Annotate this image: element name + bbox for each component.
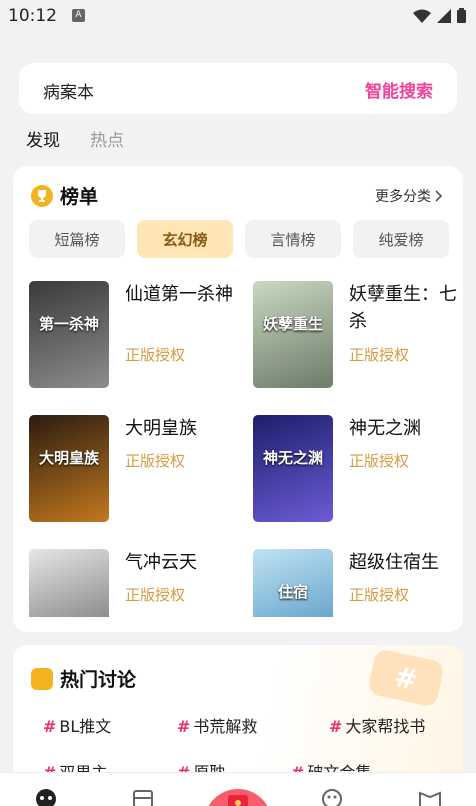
chip-fantasy[interactable]: 玄幻榜 (137, 220, 233, 258)
ranking-card: 榜单 更多分类 短篇榜 玄幻榜 言情榜 纯爱榜 第一杀神 仙道第一杀神 正版授权… (13, 166, 463, 632)
book-item[interactable]: 大明皇族 大明皇族 正版授权 (29, 415, 239, 525)
book-license-tag: 正版授权 (349, 452, 410, 470)
cover-lettering: 妖孽重生 (262, 315, 323, 333)
chip-romance[interactable]: 言情榜 (245, 220, 341, 258)
tab-hot[interactable]: 热点 (90, 126, 124, 151)
top-tabs: 发现 热点 (26, 126, 124, 151)
battery-icon (457, 8, 466, 23)
ranking-title: 榜单 (60, 186, 99, 208)
book-title: 神无之渊 (349, 418, 421, 439)
ranking-header: 榜单 (31, 182, 98, 209)
topic-label: 书荒解救 (193, 717, 258, 736)
book-license-tag: 正版授权 (125, 452, 186, 470)
cover-lettering: 住宿 (277, 583, 308, 601)
hot-topics-header: 热门讨论 (31, 665, 136, 692)
book-item[interactable]: 妖孽重生 妖孽重生：七杀 正版授权 (253, 281, 463, 391)
bookshelf-icon[interactable] (131, 787, 155, 806)
book-title: 大明皇族 (125, 418, 197, 439)
more-categories-label: 更多分类 (375, 189, 431, 205)
chat-bubble-icon (31, 667, 53, 690)
red-packet-button[interactable] (204, 789, 272, 806)
hashtag-decoration-icon: # (366, 648, 446, 708)
book-cover[interactable] (29, 549, 109, 617)
cover-lettering: 神无之渊 (262, 449, 323, 467)
smart-search-button[interactable]: 智能搜索 (365, 77, 433, 102)
book-cover[interactable]: 住宿 (253, 549, 333, 617)
book-item[interactable]: 神无之渊 神无之渊 正版授权 (253, 415, 463, 525)
cover-lettering: 第一杀神 (38, 315, 99, 333)
book-license-tag: 正版授权 (349, 346, 410, 364)
chip-short[interactable]: 短篇榜 (29, 220, 125, 258)
notification-icon: A (72, 9, 85, 22)
book-item[interactable]: 住宿 超级住宿生 正版授权 (253, 549, 463, 617)
book-cover[interactable]: 妖孽重生 (253, 281, 333, 388)
topic-label: 大家帮找书 (345, 717, 426, 736)
tab-discover[interactable]: 发现 (26, 126, 60, 151)
book-cover[interactable]: 神无之渊 (253, 415, 333, 522)
book-item[interactable]: 第一杀神 仙道第一杀神 正版授权 (29, 281, 239, 391)
book-license-tag: 正版授权 (125, 586, 186, 604)
topic-label: BL推文 (59, 717, 112, 736)
palette-icon[interactable] (320, 787, 344, 806)
home-icon[interactable] (34, 787, 58, 806)
topic-tag[interactable]: # 大家帮找书 (329, 713, 425, 737)
ranking-chips: 短篇榜 玄幻榜 言情榜 纯爱榜 (29, 220, 449, 258)
status-bar: 10:12 A (0, 0, 476, 34)
bottom-nav (0, 772, 476, 806)
hash-icon: # (329, 717, 343, 736)
more-categories-link[interactable]: 更多分类 (375, 186, 443, 206)
book-cover[interactable]: 大明皇族 (29, 415, 109, 522)
book-title: 妖孽重生：七杀 (349, 284, 457, 332)
red-packet-icon (228, 795, 248, 806)
book-title: 超级住宿生 (349, 552, 439, 573)
topic-tag[interactable]: # 书荒解救 (177, 713, 257, 737)
book-license-tag: 正版授权 (125, 346, 186, 364)
search-input[interactable]: 病案本 (43, 78, 94, 103)
chevron-right-icon (435, 190, 443, 202)
status-icons (413, 8, 466, 23)
wifi-icon (413, 9, 431, 23)
search-bar[interactable]: 病案本 智能搜索 (19, 63, 457, 114)
hash-icon: # (43, 717, 57, 736)
cover-lettering: 大明皇族 (38, 449, 99, 467)
trophy-icon (31, 184, 53, 207)
chip-bl[interactable]: 纯爱榜 (353, 220, 449, 258)
book-title: 气冲云天 (125, 552, 197, 573)
status-time: 10:12 (8, 6, 57, 26)
topic-tag[interactable]: # BL推文 (43, 713, 111, 737)
book-item[interactable]: 气冲云天 正版授权 (29, 549, 239, 617)
book-title: 仙道第一杀神 (125, 284, 233, 305)
book-cover[interactable]: 第一杀神 (29, 281, 109, 388)
hash-icon: # (177, 717, 191, 736)
hot-topics-title: 热门讨论 (60, 669, 137, 691)
book-license-tag: 正版授权 (349, 586, 410, 604)
open-book-icon[interactable] (418, 787, 442, 806)
signal-icon (437, 8, 451, 23)
